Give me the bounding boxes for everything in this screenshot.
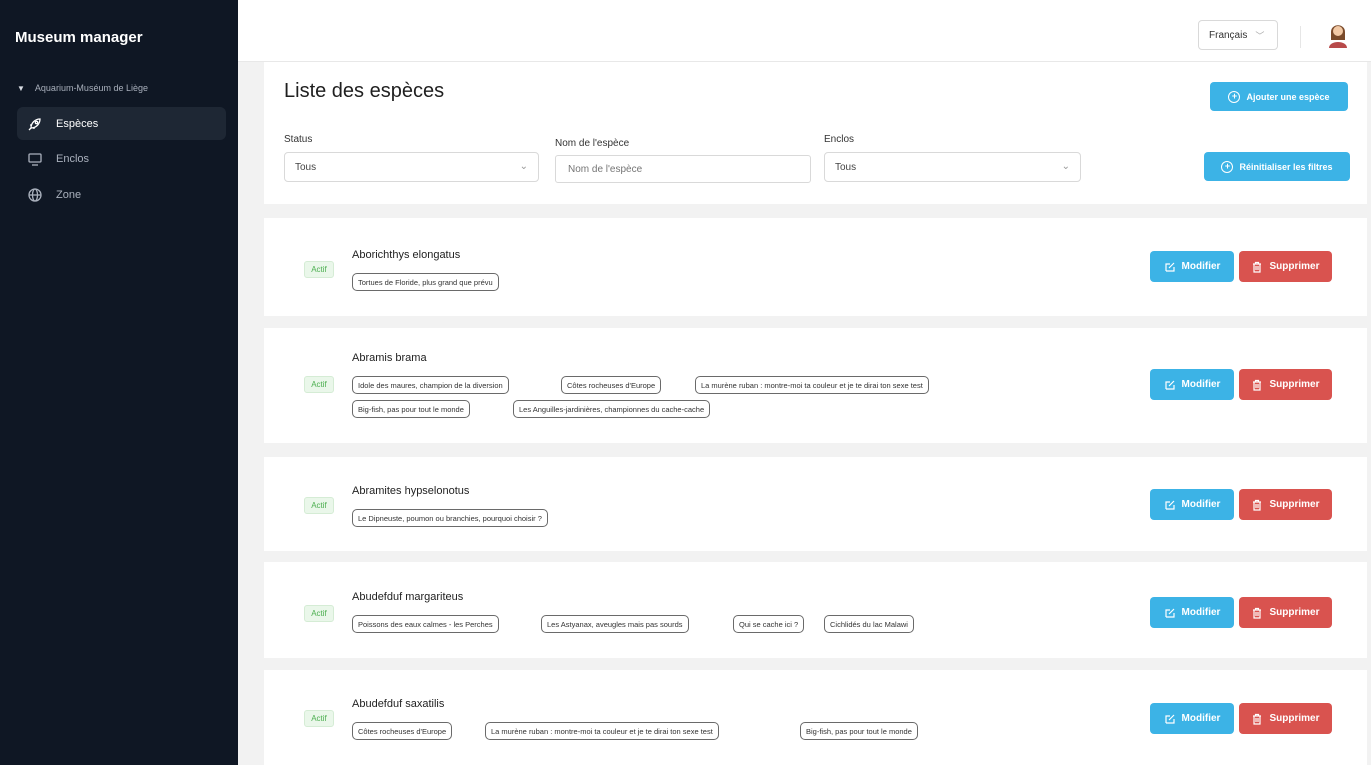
top-header: Français ﹀ xyxy=(238,0,1371,62)
enclosure-tag: Qui se cache ici ? xyxy=(733,615,805,633)
enclos-filter-label: Enclos xyxy=(824,134,855,145)
delete-button[interactable]: Supprimer xyxy=(1239,251,1332,282)
status-badge: Actif xyxy=(304,261,334,278)
sidebar-item-label: Zone xyxy=(56,188,82,201)
species-name: Abramis brama xyxy=(352,352,427,364)
language-select[interactable]: Français ﹀ xyxy=(1198,20,1278,50)
chevron-down-icon: ﹀ xyxy=(1255,30,1265,41)
edit-button[interactable]: Modifier xyxy=(1150,703,1234,734)
delete-label: Supprimer xyxy=(1269,607,1320,618)
enclosure-tag: Idole des maures, champion de la diversi… xyxy=(352,376,509,394)
edit-label: Modifier xyxy=(1181,261,1221,272)
edit-icon xyxy=(1164,500,1175,510)
enclosure-tag: Big-fish, pas pour tout le monde xyxy=(800,722,918,740)
reset-filters-button[interactable]: + Réinitialiser les filtres xyxy=(1204,152,1350,181)
delete-label: Supprimer xyxy=(1269,713,1320,724)
edit-icon xyxy=(1164,380,1175,390)
trash-icon xyxy=(1253,499,1262,511)
status-badge: Actif xyxy=(304,710,334,727)
trash-icon xyxy=(1253,713,1262,725)
name-filter-input[interactable] xyxy=(555,155,811,183)
monitor-icon xyxy=(28,152,42,166)
edit-label: Modifier xyxy=(1181,499,1221,510)
sidebar-item-zone[interactable]: Zone xyxy=(17,178,226,211)
status-badge: Actif xyxy=(304,605,334,622)
status-filter-label: Status xyxy=(284,134,313,145)
delete-button[interactable]: Supprimer xyxy=(1239,597,1332,628)
enclosure-tag: Le Dipneuste, poumon ou branchies, pourq… xyxy=(352,509,548,527)
trash-icon xyxy=(1253,379,1262,391)
species-card: Actif Aborichthys elongatus Tortues de F… xyxy=(264,218,1367,316)
species-name: Abramites hypselonotus xyxy=(352,485,470,497)
divider xyxy=(1300,26,1301,48)
species-card: Actif Abramis brama Idole des maures, ch… xyxy=(264,328,1367,443)
edit-label: Modifier xyxy=(1181,379,1221,390)
delete-label: Supprimer xyxy=(1269,499,1320,510)
enclos-filter-value: Tous xyxy=(835,161,857,173)
trash-icon xyxy=(1253,607,1262,619)
edit-icon xyxy=(1164,714,1175,724)
enclosure-tag: Tortues de Floride, plus grand que prévu xyxy=(352,273,499,291)
edit-button[interactable]: Modifier xyxy=(1150,597,1234,628)
user-avatar-icon[interactable] xyxy=(1326,20,1350,48)
edit-button[interactable]: Modifier xyxy=(1150,489,1234,520)
caret-down-icon: ▼ xyxy=(17,83,25,93)
edit-label: Modifier xyxy=(1181,607,1221,618)
enclosure-tag: Big-fish, pas pour tout le monde xyxy=(352,400,470,418)
status-filter-select[interactable]: Tous ⌄ xyxy=(284,152,539,182)
species-card: Actif Abudefduf saxatilis Côtes rocheuse… xyxy=(264,670,1367,765)
sidebar-item-especes[interactable]: Espèces xyxy=(17,107,226,140)
filter-panel: Liste des espèces + Ajouter une espèce S… xyxy=(264,62,1367,204)
species-name: Abudefduf saxatilis xyxy=(352,698,445,710)
edit-button[interactable]: Modifier xyxy=(1150,369,1234,400)
status-badge: Actif xyxy=(304,376,334,393)
species-name: Aborichthys elongatus xyxy=(352,249,461,261)
edit-label: Modifier xyxy=(1181,713,1221,724)
delete-label: Supprimer xyxy=(1269,261,1320,272)
name-filter-label: Nom de l'espèce xyxy=(555,138,630,149)
page-title: Liste des espèces xyxy=(284,80,445,102)
enclos-filter-select[interactable]: Tous ⌄ xyxy=(824,152,1081,182)
status-filter-value: Tous xyxy=(295,161,317,173)
delete-label: Supprimer xyxy=(1269,379,1320,390)
enclosure-tag: Côtes rocheuses d'Europe xyxy=(352,722,453,740)
enclosure-tag: Cichlidés du lac Malawi xyxy=(824,615,914,633)
sidebar-item-label: Enclos xyxy=(56,152,90,165)
species-card: Actif Abramites hypselonotus Le Dipneust… xyxy=(264,457,1367,551)
status-badge: Actif xyxy=(304,497,334,514)
main-content: Liste des espèces + Ajouter une espèce S… xyxy=(238,62,1371,765)
delete-button[interactable]: Supprimer xyxy=(1239,703,1332,734)
reset-filters-label: Réinitialiser les filtres xyxy=(1239,161,1333,172)
edit-icon xyxy=(1164,608,1175,618)
add-species-label: Ajouter une espèce xyxy=(1246,91,1330,102)
plus-circle-icon: + xyxy=(1221,160,1234,173)
plus-circle-icon: + xyxy=(1228,90,1241,103)
species-card: Actif Abudefduf margariteus Poissons des… xyxy=(264,562,1367,658)
enclosure-tag: Poissons des eaux calmes - les Perches xyxy=(352,615,499,633)
delete-button[interactable]: Supprimer xyxy=(1239,489,1332,520)
delete-button[interactable]: Supprimer xyxy=(1239,369,1332,400)
globe-icon xyxy=(28,187,42,202)
edit-icon xyxy=(1164,262,1175,272)
language-value: Français xyxy=(1209,29,1248,41)
app-title: Museum manager xyxy=(15,29,143,46)
species-name: Abudefduf margariteus xyxy=(352,591,464,603)
add-species-button[interactable]: + Ajouter une espèce xyxy=(1210,82,1348,111)
enclosure-tag: Les Astyanax, aveugles mais pas sourds xyxy=(541,615,689,633)
trash-icon xyxy=(1253,261,1262,273)
chevron-down-icon: ⌄ xyxy=(519,161,528,172)
edit-button[interactable]: Modifier xyxy=(1150,251,1234,282)
enclosure-tag: Les Anguilles-jardinières, championnes d… xyxy=(513,400,711,418)
sidebar: Museum manager ▼ Aquarium-Muséum de Lièg… xyxy=(0,0,238,765)
chevron-down-icon: ⌄ xyxy=(1061,161,1070,172)
rocket-icon xyxy=(28,117,41,130)
sidebar-item-enclos[interactable]: Enclos xyxy=(17,142,226,175)
sidebar-item-label: Espèces xyxy=(56,117,99,130)
enclosure-tag: La murène ruban : montre-moi ta couleur … xyxy=(695,376,929,394)
enclosure-tag: Côtes rocheuses d'Europe xyxy=(561,376,662,394)
tree-node-label: Aquarium-Muséum de Liège xyxy=(34,83,148,93)
enclosure-tag: La murène ruban : montre-moi ta couleur … xyxy=(485,722,719,740)
tree-node-museum[interactable]: ▼ Aquarium-Muséum de Liège xyxy=(17,83,148,93)
